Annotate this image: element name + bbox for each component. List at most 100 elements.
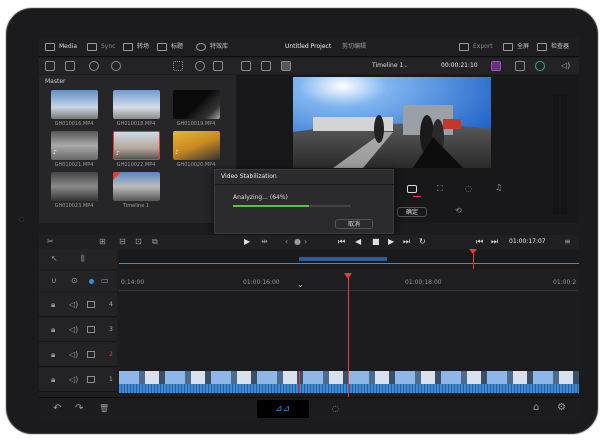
camera-icon[interactable]: [407, 185, 417, 193]
color-wheel-icon[interactable]: [535, 61, 545, 71]
scissors-icon[interactable]: ✂: [47, 238, 54, 246]
trim-icon[interactable]: ⇹: [261, 238, 268, 246]
titles-tab[interactable]: 标题: [171, 43, 183, 51]
position-lock-icon[interactable]: [89, 279, 94, 284]
play-icon[interactable]: ▶: [244, 238, 250, 246]
redo-icon[interactable]: ↷: [75, 404, 83, 414]
clip-thumbnail[interactable]: [173, 90, 220, 119]
snap-icon[interactable]: ∪: [51, 277, 57, 285]
effects-tab[interactable]: 特效库: [210, 43, 228, 51]
lock-icon[interactable]: 🔒︎: [51, 326, 55, 334]
image-icon[interactable]: [241, 61, 251, 71]
playhead-marker[interactable]: [344, 273, 352, 279]
replace-icon[interactable]: ⊡: [135, 238, 142, 246]
track-row[interactable]: 🔒︎ ◁) 4: [39, 293, 117, 317]
audio-scrub-icon[interactable]: ▭: [101, 277, 109, 285]
sync-icon[interactable]: [87, 43, 97, 51]
stabilize-icon[interactable]: ◌: [465, 185, 472, 193]
monitor-icon[interactable]: [87, 301, 95, 308]
grid-view-icon[interactable]: [173, 61, 183, 71]
clip-thumbnail-selected[interactable]: ♪: [113, 131, 160, 160]
track-row[interactable]: 🔒︎ ◁) 2: [39, 343, 117, 367]
rewind-icon[interactable]: ◀: [355, 238, 361, 246]
transitions-icon[interactable]: [123, 43, 133, 51]
sort-icon[interactable]: [213, 61, 223, 71]
speaker-icon[interactable]: ◁): [69, 326, 78, 334]
prev-frame-icon[interactable]: ⏮: [476, 238, 483, 246]
music-icon[interactable]: ♫: [495, 184, 502, 192]
go-end-icon[interactable]: ⏭: [403, 238, 410, 246]
volume-icon[interactable]: ◁): [561, 61, 571, 71]
lock-icon[interactable]: 🔒︎: [51, 351, 55, 359]
home-icon[interactable]: ⌂: [533, 403, 539, 413]
viewer-mode-icon[interactable]: [261, 61, 271, 71]
list-view-icon[interactable]: [65, 61, 75, 71]
go-start-icon[interactable]: ⏮: [338, 238, 345, 246]
stop-icon[interactable]: ■: [372, 238, 380, 246]
playhead-line[interactable]: [348, 273, 349, 397]
cancel-button[interactable]: 取消: [335, 219, 373, 229]
export-button[interactable]: Export: [473, 43, 493, 51]
next-frame-icon[interactable]: ⏭: [491, 238, 498, 246]
film-icon[interactable]: [281, 61, 291, 71]
inspector-icon[interactable]: [537, 43, 547, 51]
clip-thumbnail[interactable]: ♪: [173, 131, 220, 160]
settings-gear-icon[interactable]: ⚙: [557, 403, 566, 413]
media-icon[interactable]: [45, 43, 55, 51]
crop-icon[interactable]: ⛶: [437, 185, 443, 193]
clip-thumbnail[interactable]: ♪: [51, 131, 98, 160]
sync-tab[interactable]: Sync: [101, 43, 115, 51]
timeline-overview[interactable]: [119, 249, 579, 269]
speaker-icon[interactable]: ◁): [69, 376, 78, 384]
panel-toggle-icon[interactable]: [45, 61, 55, 71]
lock-icon[interactable]: 🔒︎: [51, 301, 55, 309]
confirm-button[interactable]: 确定: [397, 207, 427, 217]
append-icon[interactable]: ⧉: [152, 238, 158, 246]
marker-dot-icon[interactable]: ●: [294, 238, 301, 246]
transform-icon[interactable]: [515, 61, 525, 71]
loop-icon[interactable]: ↻: [419, 238, 426, 246]
timeline-thumbnail[interactable]: [113, 172, 160, 201]
play-forward-icon[interactable]: ▶: [388, 238, 394, 246]
speaker-icon[interactable]: ◁): [69, 351, 78, 359]
track-row[interactable]: 🔒︎ ◁) 1: [39, 368, 117, 392]
chevron-down-icon[interactable]: ⌄: [403, 62, 408, 70]
insert-icon[interactable]: ⊞: [99, 238, 106, 246]
next-icon[interactable]: ›: [304, 238, 307, 246]
export-icon[interactable]: [459, 43, 469, 51]
clip-thumbnail[interactable]: [51, 172, 98, 201]
clip-thumbnail[interactable]: [51, 90, 98, 119]
fullscreen-icon[interactable]: [503, 43, 513, 51]
clip-thumbnail[interactable]: [113, 90, 160, 119]
link-icon[interactable]: [111, 61, 121, 71]
effects-icon[interactable]: [196, 43, 206, 51]
blade-tool-icon[interactable]: ⫼: [81, 255, 85, 263]
color-icon[interactable]: [491, 61, 501, 71]
search-icon[interactable]: [195, 61, 205, 71]
monitor-icon[interactable]: [87, 326, 95, 333]
monitor-icon[interactable]: [87, 376, 95, 383]
color-page-icon[interactable]: ◌: [332, 405, 339, 413]
transitions-tab[interactable]: 转场: [137, 43, 149, 51]
fullscreen-button[interactable]: 全屏: [517, 43, 529, 51]
titles-icon[interactable]: [157, 43, 167, 51]
video-frame[interactable]: [293, 77, 491, 168]
inspector-button[interactable]: 检查器: [551, 43, 569, 51]
overwrite-icon[interactable]: ⊟: [119, 238, 126, 246]
undo-icon[interactable]: ⟲: [455, 207, 462, 215]
video-clip-strip[interactable]: [119, 371, 579, 393]
trash-icon[interactable]: 🗑︎: [99, 405, 109, 413]
chevron-down-icon[interactable]: ⌄: [297, 281, 304, 289]
sync-clip-icon[interactable]: [89, 61, 99, 71]
select-tool-icon[interactable]: ↖: [51, 255, 58, 263]
link-clips-icon[interactable]: ⊙: [71, 277, 78, 285]
track-row[interactable]: 🔒︎ ◁) 3: [39, 318, 117, 342]
media-tab[interactable]: Media: [59, 43, 77, 51]
lock-icon[interactable]: 🔒︎: [51, 376, 55, 384]
monitor-icon[interactable]: [87, 351, 95, 358]
undo-icon[interactable]: ↶: [53, 404, 61, 414]
prev-icon[interactable]: ‹: [285, 238, 288, 246]
dialog-title: Video Stabilization: [221, 173, 277, 180]
speaker-icon[interactable]: ◁): [69, 301, 78, 309]
menu-icon[interactable]: ≡: [564, 238, 571, 246]
